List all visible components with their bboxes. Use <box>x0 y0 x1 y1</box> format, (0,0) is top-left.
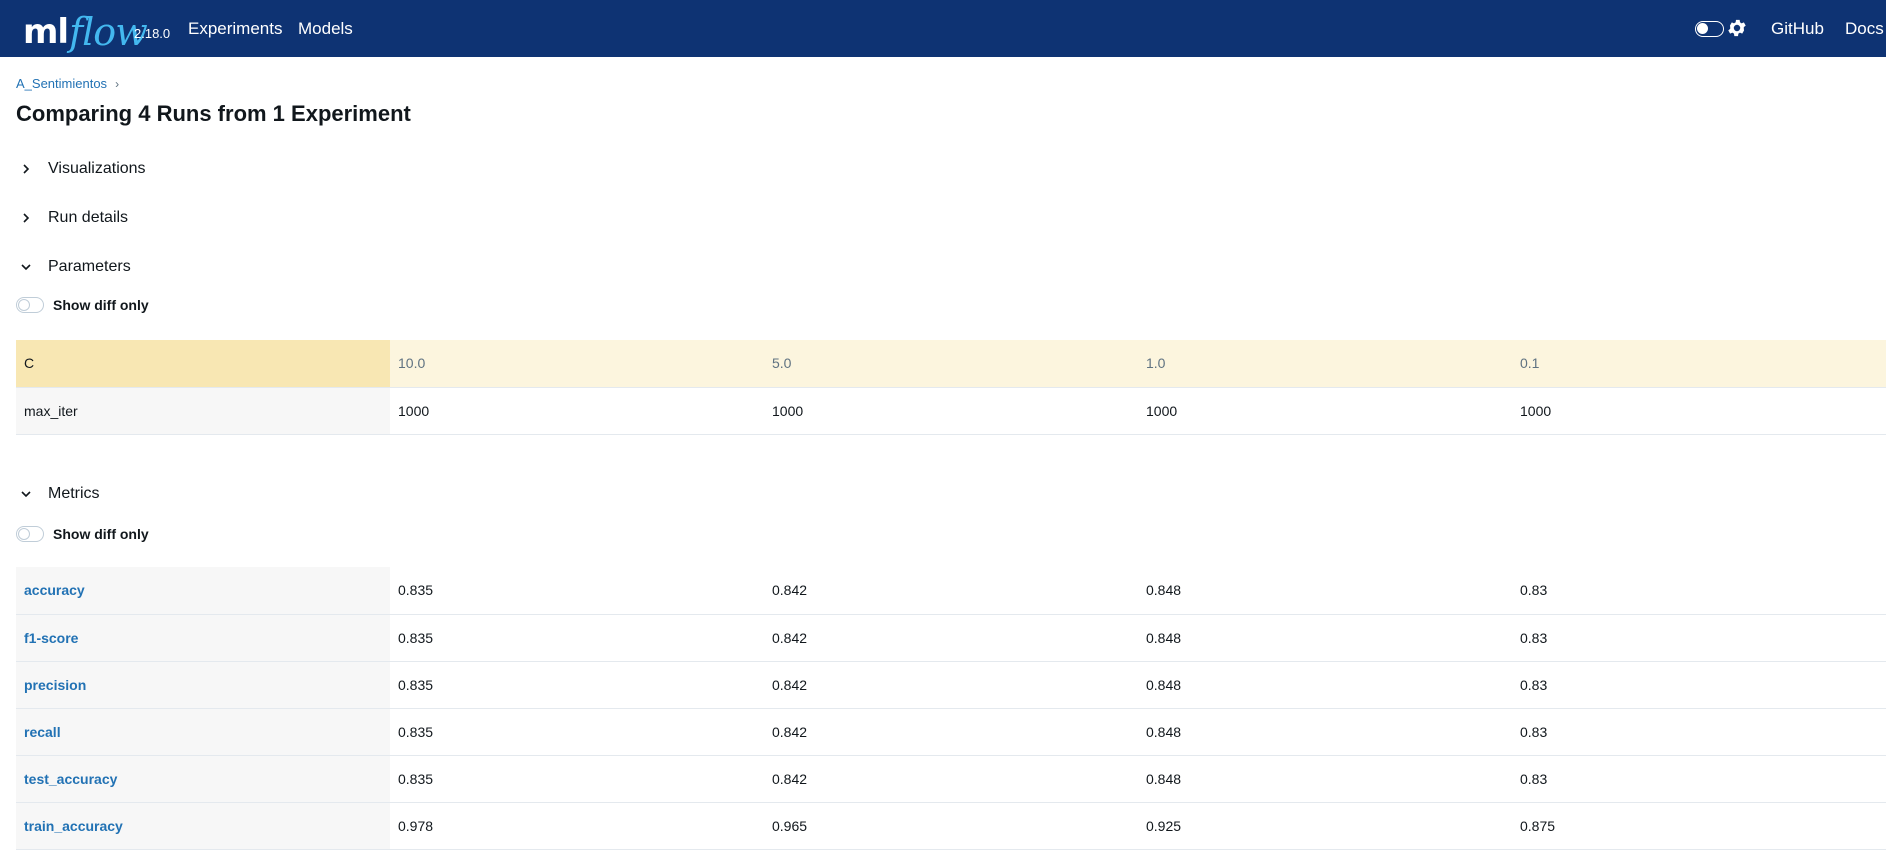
metric-value: 0.83 <box>1512 661 1886 709</box>
param-key: C <box>16 340 390 388</box>
param-key: max_iter <box>16 387 390 435</box>
breadcrumb-separator: › <box>115 76 120 91</box>
nav-experiments-link[interactable]: Experiments <box>188 19 282 39</box>
metric-value: 0.835 <box>390 567 764 615</box>
metric-value: 0.842 <box>764 614 1138 662</box>
metric-key-cell: precision <box>16 661 390 709</box>
chevron-right-icon <box>23 213 30 223</box>
metric-link[interactable]: train_accuracy <box>24 818 123 834</box>
gear-icon[interactable] <box>1726 17 1748 39</box>
page-title: Comparing 4 Runs from 1 Experiment <box>16 101 411 126</box>
breadcrumb-experiment-link[interactable]: A_Sentimientos <box>16 76 107 91</box>
table-row: test_accuracy 0.835 0.842 0.848 0.83 <box>16 755 1886 803</box>
param-value: 1.0 <box>1138 340 1512 388</box>
metric-value: 0.978 <box>390 802 764 850</box>
parameters-show-diff-label: Show diff only <box>53 297 149 313</box>
metric-value: 0.83 <box>1512 567 1886 615</box>
docs-link[interactable]: Docs <box>1845 19 1884 39</box>
nav-models-link[interactable]: Models <box>298 19 353 39</box>
table-row: train_accuracy 0.978 0.965 0.925 0.875 <box>16 802 1886 850</box>
section-metrics-label: Metrics <box>48 485 100 502</box>
mlflow-logo[interactable]: ml flow <box>23 3 148 53</box>
metric-value: 0.83 <box>1512 708 1886 756</box>
version-label: 2.18.0 <box>134 26 171 41</box>
metric-link[interactable]: test_accuracy <box>24 771 117 787</box>
dark-mode-toggle[interactable] <box>1695 21 1724 37</box>
section-visualizations-header[interactable]: Visualizations <box>20 160 146 178</box>
param-value: 1000 <box>1138 387 1512 435</box>
metric-value: 0.842 <box>764 567 1138 615</box>
metric-value: 0.848 <box>1138 755 1512 803</box>
metric-value: 0.835 <box>390 708 764 756</box>
metric-value: 0.875 <box>1512 802 1886 850</box>
metric-key-cell: recall <box>16 708 390 756</box>
section-parameters-header[interactable]: Parameters <box>20 258 131 276</box>
metric-value: 0.835 <box>390 755 764 803</box>
metrics-show-diff-switch[interactable] <box>16 526 44 542</box>
table-row: f1-score 0.835 0.842 0.848 0.83 <box>16 614 1886 662</box>
param-value: 0.1 <box>1512 340 1886 388</box>
parameters-show-diff-switch[interactable] <box>16 297 44 313</box>
chevron-right-icon <box>23 164 30 174</box>
top-nav-bar: ml flow 2.18.0 Experiments Models GitHub… <box>0 0 1886 57</box>
metric-link[interactable]: recall <box>24 724 61 740</box>
metric-value: 0.848 <box>1138 567 1512 615</box>
chevron-down-icon <box>21 264 31 271</box>
metric-value: 0.842 <box>764 755 1138 803</box>
metric-value: 0.848 <box>1138 708 1512 756</box>
table-row: precision 0.835 0.842 0.848 0.83 <box>16 661 1886 709</box>
chevron-down-icon <box>21 491 31 498</box>
metrics-show-diff-label: Show diff only <box>53 526 149 542</box>
table-row: C 10.0 5.0 1.0 0.1 <box>16 340 1886 388</box>
metric-value: 0.835 <box>390 614 764 662</box>
param-value: 1000 <box>764 387 1138 435</box>
metric-value: 0.83 <box>1512 614 1886 662</box>
metric-value: 0.848 <box>1138 661 1512 709</box>
section-visualizations-label: Visualizations <box>48 160 146 177</box>
metric-key-cell: f1-score <box>16 614 390 662</box>
section-parameters-label: Parameters <box>48 258 131 275</box>
section-metrics-header[interactable]: Metrics <box>20 485 100 503</box>
table-row: accuracy 0.835 0.842 0.848 0.83 <box>16 567 1886 615</box>
metric-value: 0.83 <box>1512 755 1886 803</box>
param-value: 1000 <box>390 387 764 435</box>
parameters-table: C 10.0 5.0 1.0 0.1 max_iter 1000 1000 10… <box>16 340 1886 435</box>
param-value: 1000 <box>1512 387 1886 435</box>
logo-ml-text: ml <box>23 12 69 52</box>
parameters-diff-toggle-row: Show diff only <box>16 297 149 313</box>
table-row: recall 0.835 0.842 0.848 0.83 <box>16 708 1886 756</box>
toggle-knob <box>1697 23 1708 34</box>
metric-value: 0.842 <box>764 661 1138 709</box>
metrics-table: accuracy 0.835 0.842 0.848 0.83 f1-score… <box>16 567 1886 850</box>
metrics-diff-toggle-row: Show diff only <box>16 526 149 542</box>
param-value: 10.0 <box>390 340 764 388</box>
section-run-details-label: Run details <box>48 209 129 226</box>
metric-link[interactable]: precision <box>24 677 86 693</box>
metric-key-cell: accuracy <box>16 567 390 615</box>
metric-value: 0.835 <box>390 661 764 709</box>
switch-knob <box>18 299 30 311</box>
metric-key-cell: train_accuracy <box>16 802 390 850</box>
param-value: 5.0 <box>764 340 1138 388</box>
github-link[interactable]: GitHub <box>1771 19 1824 39</box>
metric-link[interactable]: f1-score <box>24 630 78 646</box>
metric-link[interactable]: accuracy <box>24 582 85 598</box>
metric-value: 0.848 <box>1138 614 1512 662</box>
metric-value: 0.925 <box>1138 802 1512 850</box>
switch-knob <box>18 528 30 540</box>
metric-key-cell: test_accuracy <box>16 755 390 803</box>
metric-value: 0.842 <box>764 708 1138 756</box>
breadcrumb: A_Sentimientos › <box>16 76 119 91</box>
table-row: max_iter 1000 1000 1000 1000 <box>16 387 1886 435</box>
metric-value: 0.965 <box>764 802 1138 850</box>
section-run-details-header[interactable]: Run details <box>20 209 128 227</box>
